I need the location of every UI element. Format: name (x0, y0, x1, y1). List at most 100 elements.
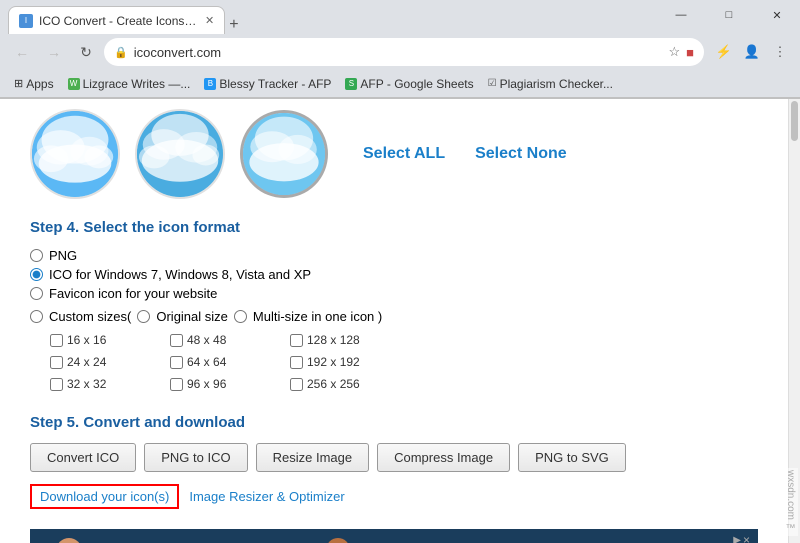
address-icons: ☆ ■ (668, 44, 694, 60)
original-size-label: Original size (156, 309, 228, 324)
size-48-checkbox[interactable] (170, 334, 183, 347)
size-192-option[interactable]: 192 x 192 (290, 352, 410, 372)
icon-image-1 (32, 111, 118, 197)
size-192-checkbox[interactable] (290, 356, 303, 369)
apps-grid-icon: ⊞ (14, 77, 23, 90)
bookmark-plagiarism[interactable]: ☑ Plagiarism Checker... (482, 75, 619, 93)
format-favicon-radio[interactable] (30, 287, 43, 300)
screenshot-icon[interactable]: ■ (686, 44, 694, 60)
size-128-option[interactable]: 128 x 128 (290, 330, 410, 350)
bookmark-lizgrace-label: Lizgrace Writes —... (83, 77, 191, 91)
size-96-option[interactable]: 96 x 96 (170, 374, 290, 394)
png-to-ico-button[interactable]: PNG to ICO (144, 443, 247, 472)
bookmark-star-icon[interactable]: ☆ (668, 44, 680, 60)
page-content: Select ALL Select None Step 4. Select th… (0, 99, 788, 543)
bookmark-lizgrace[interactable]: W Lizgrace Writes —... (62, 75, 197, 93)
select-all-button[interactable]: Select ALL (363, 145, 445, 163)
multisize-label: Multi-size in one icon ) (253, 309, 382, 324)
close-button[interactable]: ✕ (754, 0, 800, 30)
bookmark-apps-label: Apps (26, 77, 53, 91)
url-text: icoconvert.com (134, 45, 221, 60)
secure-icon: 🔒 (114, 46, 128, 59)
icon-image-2 (137, 111, 223, 197)
blessy-favicon: B (204, 78, 216, 90)
size-32-checkbox[interactable] (50, 378, 63, 391)
size-16-option[interactable]: 16 x 16 (50, 330, 170, 350)
resize-image-button[interactable]: Resize Image (256, 443, 369, 472)
back-button[interactable]: ← (8, 38, 36, 66)
minimize-button[interactable]: — (658, 0, 704, 30)
format-png-option[interactable]: PNG (30, 248, 758, 263)
ad-figure-head (56, 538, 82, 543)
settings-icon[interactable]: ⋮ (768, 40, 792, 64)
size-192-label: 192 x 192 (307, 355, 360, 369)
size-96-label: 96 x 96 (187, 377, 226, 391)
compress-image-button[interactable]: Compress Image (377, 443, 510, 472)
custom-sizes-label: Custom sizes( (49, 309, 131, 324)
size-48-label: 48 x 48 (187, 333, 226, 347)
image-optimizer-link[interactable]: Image Resizer & Optimizer (189, 489, 344, 504)
sizes-grid: 16 x 16 48 x 48 128 x 128 24 x 24 64 x 6… (50, 330, 758, 394)
size-24-checkbox[interactable] (50, 356, 63, 369)
size-16-checkbox[interactable] (50, 334, 63, 347)
format-png-radio[interactable] (30, 249, 43, 262)
size-256-option[interactable]: 256 x 256 (290, 374, 410, 394)
bookmark-afp[interactable]: S AFP - Google Sheets (339, 75, 479, 93)
size-256-checkbox[interactable] (290, 378, 303, 391)
new-tab-button[interactable]: + (229, 16, 238, 34)
refresh-button[interactable]: ↻ (72, 38, 100, 66)
format-favicon-label: Favicon icon for your website (49, 286, 217, 301)
format-ico-option[interactable]: ICO for Windows 7, Windows 8, Vista and … (30, 267, 758, 282)
size-24-option[interactable]: 24 x 24 (50, 352, 170, 372)
url-bar[interactable]: 🔒 icoconvert.com ☆ ■ (104, 38, 704, 66)
icon-circle-2[interactable] (135, 109, 225, 199)
scrollbar-thumb[interactable] (791, 101, 798, 141)
original-size-option[interactable]: Original size (137, 309, 228, 324)
maximize-button[interactable]: □ (706, 0, 752, 30)
browser-chrome: I ICO Convert - Create Icons Fron... ✕ +… (0, 0, 800, 99)
convert-ico-button[interactable]: Convert ICO (30, 443, 136, 472)
icon-preview-row: Select ALL Select None (30, 109, 758, 199)
format-ico-radio[interactable] (30, 268, 43, 281)
select-none-button[interactable]: Select None (475, 145, 567, 163)
tab-close-button[interactable]: ✕ (205, 14, 214, 27)
bookmark-blessy-label: Blessy Tracker - AFP (219, 77, 331, 91)
icon-circle-3[interactable] (240, 110, 328, 198)
size-64-checkbox[interactable] (170, 356, 183, 369)
bookmark-apps[interactable]: ⊞ Apps (8, 75, 60, 93)
ad-banner: ▶ × ✓ ★★★★★ (30, 529, 758, 543)
ad-figure2-head (326, 538, 350, 543)
size-48-option[interactable]: 48 x 48 (170, 330, 290, 350)
bookmarks-bar: ⊞ Apps W Lizgrace Writes —... B Blessy T… (0, 70, 800, 98)
select-buttons: Select ALL Select None (363, 145, 567, 163)
size-256-label: 256 x 256 (307, 377, 360, 391)
icon-image-3 (243, 113, 325, 195)
png-to-svg-button[interactable]: PNG to SVG (518, 443, 626, 472)
profile-icon[interactable]: 👤 (740, 40, 764, 64)
lizgrace-favicon: W (68, 78, 80, 90)
multisize-option[interactable]: Multi-size in one icon ) (234, 309, 382, 324)
active-tab[interactable]: I ICO Convert - Create Icons Fron... ✕ (8, 6, 225, 34)
size-96-checkbox[interactable] (170, 378, 183, 391)
step5-section: Step 5. Convert and download Convert ICO… (30, 414, 758, 509)
custom-sizes-option[interactable]: Custom sizes( (30, 309, 131, 324)
size-64-option[interactable]: 64 x 64 (170, 352, 290, 372)
format-favicon-option[interactable]: Favicon icon for your website (30, 286, 758, 301)
convert-buttons: Convert ICO PNG to ICO Resize Image Comp… (30, 443, 758, 472)
icon-circle-1[interactable] (30, 109, 120, 199)
window-controls: — □ ✕ (658, 0, 800, 34)
bookmark-blessy[interactable]: B Blessy Tracker - AFP (198, 75, 337, 93)
step5-heading: Step 5. Convert and download (30, 414, 758, 431)
original-size-radio[interactable] (137, 310, 150, 323)
step4-heading: Step 4. Select the icon format (30, 219, 758, 236)
download-row: Download your icon(s) Image Resizer & Op… (30, 484, 758, 509)
forward-button[interactable]: → (40, 38, 68, 66)
download-icons-link[interactable]: Download your icon(s) (30, 484, 179, 509)
custom-sizes-radio[interactable] (30, 310, 43, 323)
multisize-radio[interactable] (234, 310, 247, 323)
ad-right-figure (316, 538, 376, 543)
custom-sizes-row: Custom sizes( Original size Multi-size i… (30, 309, 758, 324)
size-128-checkbox[interactable] (290, 334, 303, 347)
extensions-icon[interactable]: ⚡ (712, 40, 736, 64)
size-32-option[interactable]: 32 x 32 (50, 374, 170, 394)
